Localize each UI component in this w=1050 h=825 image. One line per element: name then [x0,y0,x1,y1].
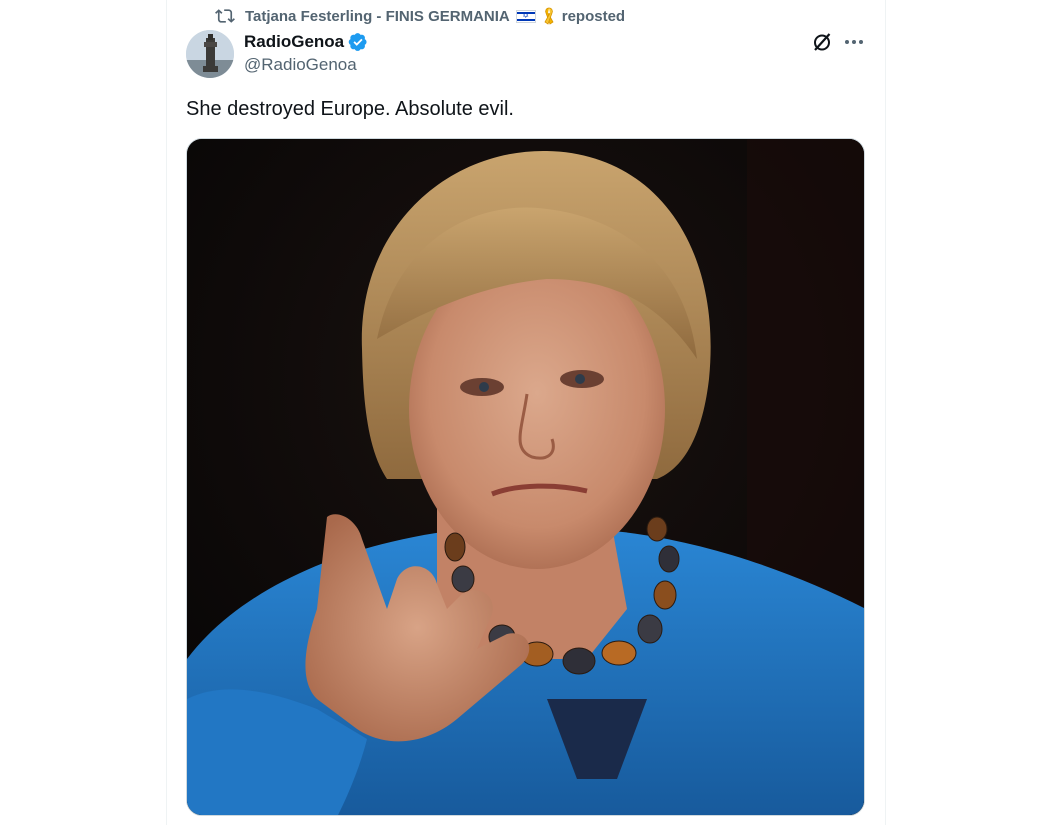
israel-flag-icon: ✡ [515,9,536,23]
tweet-photo[interactable] [186,138,865,816]
verified-badge-icon [348,32,368,52]
repost-context[interactable]: Tatjana Festerling - FINIS GERMANIA ✡ re… [215,6,625,26]
grok-icon[interactable] [810,30,834,54]
repost-icon [215,6,235,26]
tweet-text: She destroyed Europe. Absolute evil. [186,98,514,120]
yellow-ribbon-icon [542,7,556,25]
repost-user-name[interactable]: Tatjana Festerling - FINIS GERMANIA [245,8,510,25]
author-avatar[interactable] [186,30,234,78]
author-display-name[interactable]: RadioGenoa [244,32,344,52]
more-icon[interactable] [842,30,866,54]
repost-suffix: reposted [561,7,626,25]
author-name-row[interactable]: RadioGenoa [244,31,368,53]
author-handle[interactable]: @RadioGenoa [244,55,357,75]
